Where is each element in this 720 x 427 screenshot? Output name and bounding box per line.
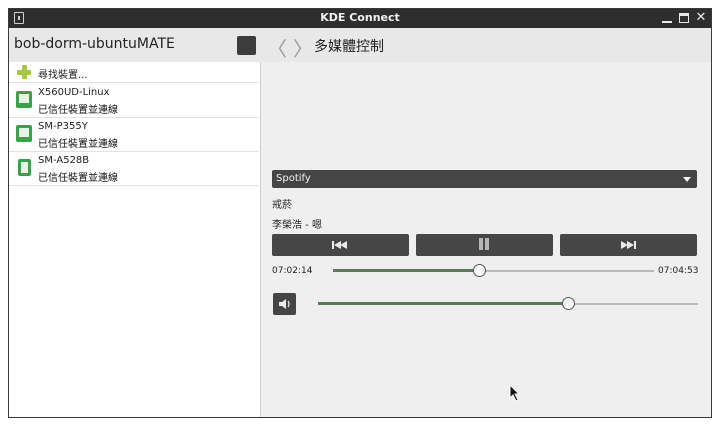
window-title: KDE Connect	[320, 11, 400, 24]
page-title: 多媒體控制	[314, 39, 384, 55]
media-control-panel: Spotify 戒菸 李榮浩 - 嗯 07:02:14 07:04:53	[261, 62, 711, 417]
maximize-button[interactable]	[678, 12, 690, 24]
forward-button[interactable]: 〉	[293, 33, 313, 62]
volume-button[interactable]	[273, 293, 296, 315]
player-select[interactable]: Spotify	[272, 170, 697, 188]
player-select-value: Spotify	[276, 173, 311, 184]
close-button[interactable]: ✕	[695, 11, 707, 24]
title-bar[interactable]: KDE Connect ✕	[9, 9, 711, 28]
position-slider-fill	[333, 269, 480, 272]
next-button[interactable]	[560, 234, 697, 256]
play-pause-button[interactable]	[416, 234, 553, 256]
device-status: 已信任裝置並連線	[38, 173, 118, 184]
volume-slider-fill	[318, 302, 569, 305]
plus-icon	[17, 65, 31, 79]
find-devices-item[interactable]: 尋找裝置...	[9, 62, 259, 83]
device-item-sm-a528b[interactable]: SM-A528B 已信任裝置並連線	[9, 151, 259, 186]
toolbar: bob-dorm-ubuntuMATE 〈 〉 多媒體控制	[9, 28, 711, 63]
kde-connect-window: KDE Connect ✕ bob-dorm-ubuntuMATE 〈 〉 多媒…	[8, 8, 712, 418]
pause-icon	[479, 238, 489, 250]
device-status: 已信任裝置並連線	[38, 139, 118, 150]
skip-next-icon	[621, 241, 636, 249]
minimize-button[interactable]	[661, 12, 673, 24]
device-status: 已信任裝置並連線	[38, 105, 118, 116]
tablet-icon	[16, 125, 32, 142]
back-button[interactable]: 〈	[267, 33, 287, 62]
device-name: SM-P355Y	[38, 121, 88, 132]
device-menu-button[interactable]	[237, 36, 256, 55]
device-title: bob-dorm-ubuntuMATE	[14, 36, 175, 52]
current-time: 07:02:14	[272, 266, 313, 276]
position-slider-handle[interactable]	[472, 264, 486, 277]
speaker-icon	[279, 299, 290, 309]
find-devices-label: 尋找裝置...	[38, 70, 88, 81]
device-item-sm-p355y[interactable]: SM-P355Y 已信任裝置並連線	[9, 117, 259, 152]
laptop-icon	[16, 91, 32, 108]
volume-slider-handle[interactable]	[562, 297, 576, 310]
previous-button[interactable]	[272, 234, 409, 256]
device-name: X560UD-Linux	[38, 87, 110, 98]
phone-icon	[18, 159, 31, 176]
song-title: 戒菸	[272, 200, 292, 211]
device-list: 尋找裝置... X560UD-Linux 已信任裝置並連線 SM-P355Y 已…	[9, 62, 261, 417]
total-time: 07:04:53	[658, 266, 699, 276]
dropdown-arrow-icon	[683, 177, 691, 182]
device-name: SM-A528B	[38, 155, 90, 166]
mouse-pointer-icon	[509, 384, 521, 402]
artist-album: 李榮浩 - 嗯	[272, 220, 322, 231]
skip-previous-icon	[332, 241, 347, 249]
device-item-x560ud-linux[interactable]: X560UD-Linux 已信任裝置並連線	[9, 83, 259, 118]
